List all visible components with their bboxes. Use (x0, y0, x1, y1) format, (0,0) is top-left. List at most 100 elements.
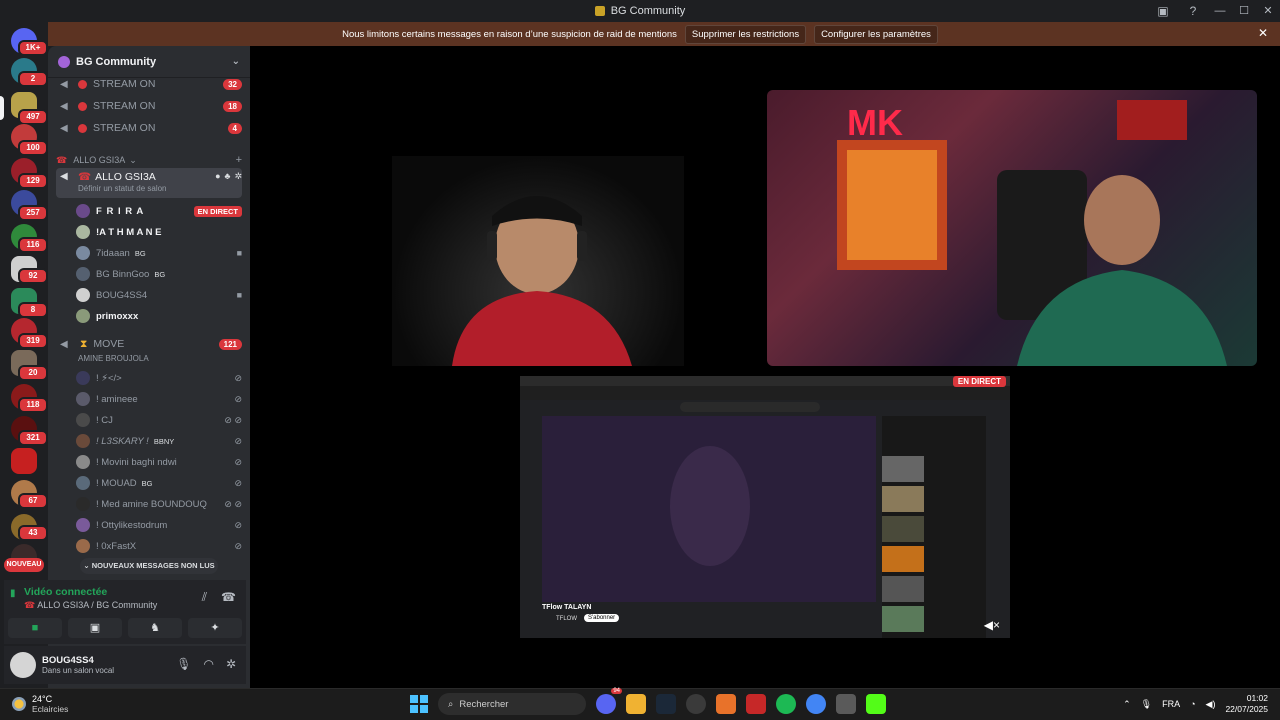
category-allo-gsi3a[interactable]: ☎ ALLO GSI3A ⌄ + (56, 154, 242, 166)
voice-user[interactable]: BOUG4SS4 ■ (76, 285, 242, 305)
chrome-icon[interactable] (806, 694, 826, 714)
server-icon[interactable] (11, 448, 37, 474)
voice-user[interactable]: ! L3SKARY ! BBNY ⊘ (76, 431, 242, 451)
avatar[interactable] (10, 652, 36, 678)
disconnect-icon[interactable]: ☎ (221, 590, 236, 605)
headphones-icon[interactable]: ◠ (203, 657, 213, 671)
voice-user[interactable]: 7idaaan BG ■ (76, 243, 242, 263)
microphone-icon[interactable]: 🎙 (1141, 699, 1152, 710)
user-name: BG BinnGoo (96, 268, 150, 280)
server-badge: 321 (18, 430, 48, 446)
channel-badge: 121 (218, 338, 242, 350)
channel-status[interactable]: Définir un statut de salon (78, 184, 167, 193)
deafened-icon: ⊘ (234, 456, 242, 467)
spotify-icon[interactable] (776, 694, 796, 714)
avatar (76, 371, 90, 385)
video-tile-camera[interactable] (392, 156, 684, 366)
chevron-up-icon[interactable]: ⌃ (1123, 699, 1131, 710)
voice-user[interactable]: ! amineee ⊘ (76, 389, 242, 409)
wifi-icon[interactable]: ◔ (1190, 699, 1195, 709)
channel-stream-on-2[interactable]: ◀ STREAM ON 18 (56, 96, 242, 116)
camera-icon: ■ (236, 290, 242, 300)
kick-icon[interactable] (866, 694, 886, 714)
voice-buttons: ■ ▣ ♞ ✦ (8, 618, 242, 638)
steam-icon[interactable] (656, 694, 676, 714)
participant-video: MK (837, 100, 1227, 366)
clock[interactable]: 01:02 22/07/2025 (1225, 693, 1268, 715)
avatar (76, 288, 90, 302)
video-tile-screenshare[interactable]: EN DIRECT TFlow TALAYN TFLOW S'abonner ◀… (520, 376, 1010, 638)
avatar (76, 204, 90, 218)
channel-actions: ● ♣ ✲ (215, 171, 242, 182)
close-window-button[interactable]: ✕ (1256, 0, 1280, 22)
github-icon[interactable] (686, 694, 706, 714)
avatar (76, 246, 90, 260)
gear-icon[interactable]: ✲ (226, 657, 236, 671)
avatar (76, 309, 90, 323)
configure-settings-button[interactable]: Configurer les paramètres (814, 24, 938, 44)
avatar (76, 476, 90, 490)
camera-button[interactable]: ■ (8, 618, 62, 638)
soundboard-button[interactable]: ✦ (188, 618, 242, 638)
voice-user[interactable]: ! 0xFastX ⊘ (76, 536, 242, 556)
new-servers-pill[interactable]: NOUVEAU (4, 558, 44, 572)
add-channel-icon[interactable]: + (236, 154, 242, 166)
screen-share-icon[interactable]: ▣ (1156, 4, 1170, 18)
discord-app-icon[interactable]: 94 (596, 688, 622, 714)
remove-restrictions-button[interactable]: Supprimer les restrictions (684, 24, 807, 44)
channel-move[interactable]: ◀ ⧗ MOVE 121 (56, 334, 242, 354)
search-box[interactable]: ⌕ Rechercher (438, 693, 586, 715)
gear-icon[interactable]: ✲ (234, 171, 242, 182)
voice-connection-panel: ▮ Vidéo connectée ☎ ALLO GSI3A / BG Comm… (4, 580, 246, 644)
temperature: 24°C (32, 694, 53, 704)
voice-channel[interactable]: ☎ ALLO GSI3A / BG Community (24, 600, 157, 611)
app-icon[interactable] (746, 694, 766, 714)
channel-allo-gsi3a[interactable]: ◀ ☎ ALLO GSI3A ● ♣ ✲ Définir un statut d… (56, 168, 242, 198)
voice-user[interactable]: ! Ottylikestodrum ⊘ (76, 515, 242, 535)
chat-icon[interactable]: ● (215, 171, 220, 182)
channel-stream-on-3[interactable]: ◀ STREAM ON 4 (56, 118, 242, 138)
signal-icon: ▮ (10, 588, 16, 599)
server-badge: 67 (18, 493, 48, 509)
minimize-button[interactable]: — (1208, 0, 1232, 22)
voice-user[interactable]: !A T H M A N E (76, 222, 242, 242)
help-icon[interactable]: ? (1186, 4, 1200, 18)
search-placeholder: Rechercher (459, 698, 509, 710)
app-icon[interactable] (836, 694, 856, 714)
invite-icon[interactable]: ♣ (225, 171, 231, 182)
weather-text: Eclaircies (32, 704, 69, 714)
windows-start-icon[interactable] (410, 695, 428, 713)
activity-button[interactable]: ♞ (128, 618, 182, 638)
user-tag: BG (134, 248, 146, 258)
screen-share-button[interactable]: ▣ (68, 618, 122, 638)
voice-user[interactable]: ! MOUAD BG ⊘ (76, 473, 242, 493)
live-dot-icon (78, 101, 87, 111)
voice-user[interactable]: F R I R A EN DIRECT (76, 201, 242, 221)
user-name[interactable]: BOUG4SS4 (42, 655, 94, 666)
microphone-icon[interactable]: 🎙 (176, 657, 191, 671)
maximize-button[interactable]: ☐ (1232, 0, 1256, 22)
voice-user[interactable]: ! ⚡</> ⊘ (76, 368, 242, 388)
avatar (76, 413, 90, 427)
clock-date: 22/07/2025 (1225, 704, 1268, 714)
video-tile-stream[interactable]: MK (767, 90, 1257, 366)
voice-user[interactable]: primoxxx (76, 306, 242, 326)
file-explorer-icon[interactable] (626, 694, 646, 714)
new-messages-pill[interactable]: ⌄ NOUVEAUX MESSAGES NON LUS (80, 558, 218, 574)
voice-user[interactable]: ! Movini baghi ndwi ⊘ (76, 452, 242, 472)
mute-icon[interactable]: ◀× (984, 618, 1000, 632)
avatar (76, 455, 90, 469)
user-name: ! Ottylikestodrum (96, 519, 168, 531)
voice-user[interactable]: BG BinnGoo BG (76, 264, 242, 284)
channel-stream-on-1[interactable]: ◀ STREAM ON 32 (56, 74, 242, 94)
volume-icon[interactable]: ◀) (1206, 699, 1216, 710)
user-tag: BBNY (153, 436, 175, 446)
voice-user[interactable]: ! CJ ⊘ ⊘ (76, 410, 242, 430)
close-notice-icon[interactable]: ✕ (1258, 26, 1268, 40)
voice-user[interactable]: ! Med amine BOUNDOUQ ⊘ ⊘ (76, 494, 242, 514)
noise-suppression-icon[interactable]: ⫽ (202, 590, 207, 605)
voice-status[interactable]: Vidéo connectée (24, 586, 107, 598)
weather-widget[interactable]: 24°C Eclaircies (12, 694, 68, 714)
app-icon[interactable] (716, 694, 736, 714)
language-indicator[interactable]: FRA (1162, 699, 1180, 709)
